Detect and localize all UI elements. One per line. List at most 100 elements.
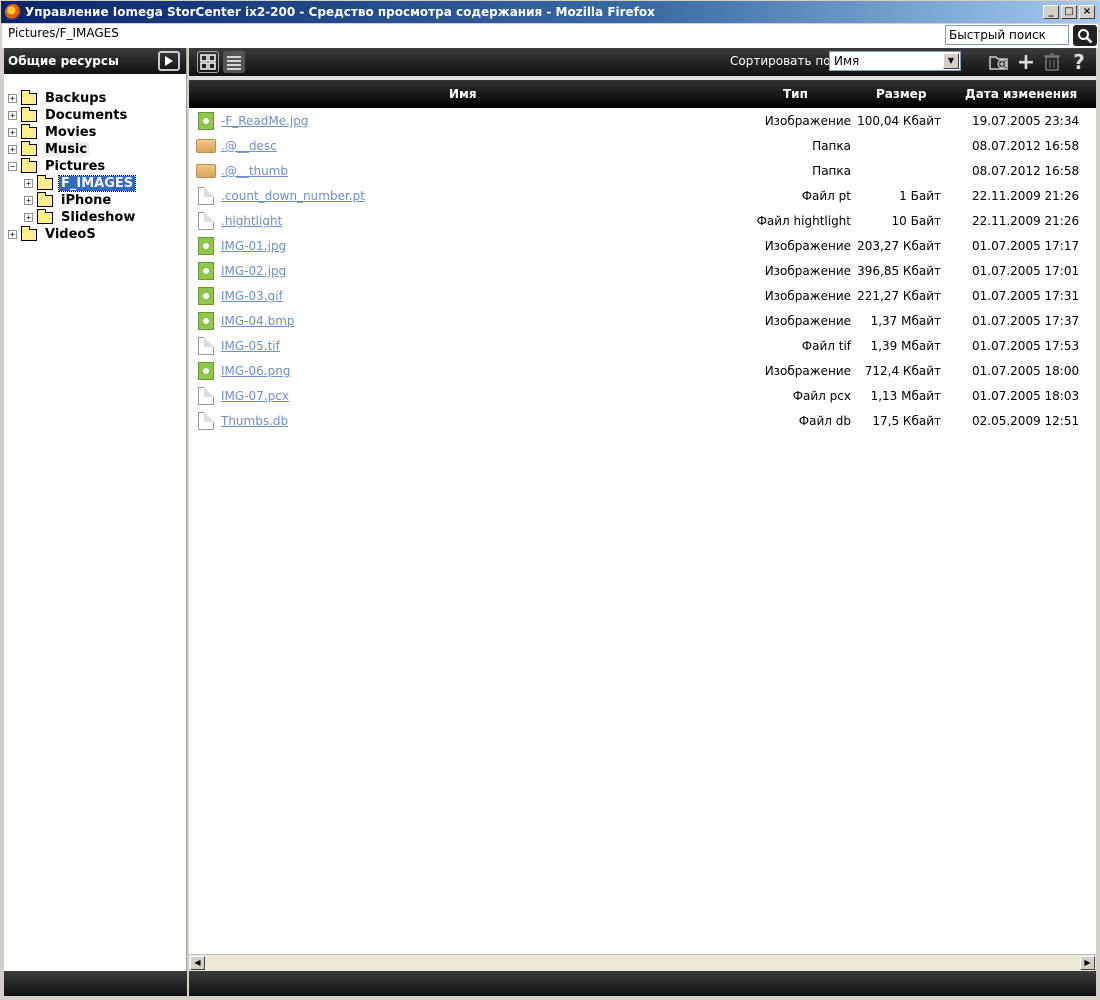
document-file-icon bbox=[198, 412, 214, 430]
file-type: Изображение bbox=[764, 239, 851, 253]
file-row[interactable]: IMG-06.png Изображение 712,4 Кбайт 01.07.20… bbox=[189, 358, 1096, 383]
file-row[interactable]: Thumbs.db Файл db 17,5 Кбайт 02.05.2009 12:… bbox=[189, 408, 1096, 433]
file-row[interactable]: .hightlight Файл hightlight 10 Байт 22.11.2… bbox=[189, 208, 1096, 233]
expand-icon[interactable]: + bbox=[24, 196, 33, 205]
expand-icon[interactable]: + bbox=[8, 94, 17, 103]
file-name-link[interactable]: .count_down_number.pt bbox=[221, 189, 365, 203]
file-name-link[interactable]: Thumbs.db bbox=[221, 414, 288, 428]
column-header-date[interactable]: Дата изменения bbox=[965, 87, 1077, 101]
file-row[interactable]: IMG-03.gif Изображение 221,27 Кбайт 01.07.2… bbox=[189, 283, 1096, 308]
file-row[interactable]: IMG-01.jpg Изображение 203,27 Кбайт 01.07.2… bbox=[189, 233, 1096, 258]
file-date: 01.07.2005 18:03 bbox=[972, 389, 1080, 403]
expand-icon[interactable]: + bbox=[24, 179, 33, 188]
file-type: Файл hightlight bbox=[756, 214, 851, 228]
add-button[interactable]: + bbox=[1015, 50, 1037, 75]
file-name-link[interactable]: .@__desc bbox=[221, 139, 277, 153]
tree-item-slideshow[interactable]: + Slideshow bbox=[4, 208, 186, 226]
tree-item-pictures[interactable]: − Pictures bbox=[4, 157, 186, 175]
tree-item-label[interactable]: Music bbox=[43, 142, 90, 157]
trash-icon bbox=[1044, 53, 1060, 71]
tree-item-label[interactable]: Backups bbox=[43, 91, 108, 106]
image-file-icon bbox=[198, 237, 214, 255]
tree-item-label[interactable]: Movies bbox=[43, 125, 98, 140]
maximize-button[interactable]: □ bbox=[1061, 5, 1077, 19]
tree-item-label[interactable]: VideoS bbox=[43, 227, 98, 242]
file-name-link[interactable]: IMG-02.jpg bbox=[221, 264, 286, 278]
expand-icon[interactable]: + bbox=[8, 111, 17, 120]
tree-item-backups[interactable]: + Backups bbox=[4, 89, 186, 107]
play-icon bbox=[165, 56, 173, 66]
file-type: Изображение bbox=[764, 314, 851, 328]
file-row[interactable]: IMG-05.tif Файл tif 1,39 Мбайт 01.07.2005 1… bbox=[189, 333, 1096, 358]
file-date: 02.05.2009 12:51 bbox=[972, 414, 1080, 428]
file-name-link[interactable]: IMG-01.jpg bbox=[221, 239, 286, 253]
search-button[interactable] bbox=[1073, 25, 1097, 46]
tree-item-videos[interactable]: + VideoS bbox=[4, 225, 186, 243]
delete-button[interactable] bbox=[1041, 51, 1063, 73]
file-row[interactable]: -F_ReadMe.jpg Изображение 100,04 Кбайт 19.0… bbox=[189, 108, 1096, 133]
shares-footer bbox=[4, 971, 187, 996]
scroll-left-arrow-icon[interactable]: ◀ bbox=[190, 956, 205, 970]
folder-icon bbox=[37, 208, 53, 224]
file-name-link[interactable]: IMG-04.bmp bbox=[221, 314, 295, 328]
tree-item-label[interactable]: Pictures bbox=[43, 159, 107, 174]
folder-icon bbox=[196, 139, 216, 153]
file-row[interactable]: .count_down_number.pt Файл pt 1 Байт 22.11.… bbox=[189, 183, 1096, 208]
collapse-panel-button[interactable] bbox=[158, 51, 180, 71]
expand-icon[interactable]: + bbox=[8, 128, 17, 137]
scroll-right-arrow-icon[interactable]: ▶ bbox=[1080, 956, 1095, 970]
tree-item-f-images[interactable]: + F_IMAGES bbox=[4, 174, 186, 192]
file-type: Файл tif bbox=[801, 339, 851, 353]
file-size: 203,27 Кбайт bbox=[857, 239, 941, 253]
column-header-size[interactable]: Размер bbox=[876, 87, 926, 101]
grid-view-button[interactable] bbox=[197, 51, 219, 73]
help-button[interactable]: ? bbox=[1068, 50, 1090, 74]
file-name-link[interactable]: IMG-07.pcx bbox=[221, 389, 289, 403]
shares-header-label: Общие ресурсы bbox=[8, 54, 119, 68]
file-type: Изображение bbox=[764, 264, 851, 278]
dropdown-arrow-icon[interactable]: ▼ bbox=[943, 53, 959, 69]
firefox-icon bbox=[5, 4, 21, 20]
expand-icon[interactable]: + bbox=[8, 145, 17, 154]
file-row[interactable]: IMG-07.pcx Файл pcx 1,13 Мбайт 01.07.2005 1… bbox=[189, 383, 1096, 408]
folder-icon bbox=[21, 225, 37, 241]
tree-item-iphone[interactable]: + iPhone bbox=[4, 191, 186, 209]
file-name-link[interactable]: -F_ReadMe.jpg bbox=[221, 114, 309, 128]
tree-item-music[interactable]: + Music bbox=[4, 140, 186, 158]
new-folder-button[interactable] bbox=[988, 51, 1010, 73]
sort-select[interactable]: Имя ▼ bbox=[829, 51, 961, 71]
file-name-link[interactable]: .@__thumb bbox=[221, 164, 288, 178]
file-row[interactable]: IMG-04.bmp Изображение 1,37 Мбайт 01.07.200… bbox=[189, 308, 1096, 333]
file-row[interactable]: .@__thumb Папка 08.07.2012 16:58 bbox=[189, 158, 1096, 183]
search-icon bbox=[1078, 28, 1093, 43]
file-type: Папка bbox=[812, 164, 851, 178]
expand-icon[interactable]: + bbox=[24, 213, 33, 222]
file-row[interactable]: .@__desc Папка 08.07.2012 16:58 bbox=[189, 133, 1096, 158]
image-file-icon bbox=[198, 362, 214, 380]
quick-search-input[interactable] bbox=[945, 25, 1069, 45]
sort-label: Сортировать по: bbox=[730, 54, 835, 68]
file-name-link[interactable]: IMG-05.tif bbox=[221, 339, 280, 353]
collapse-icon[interactable]: − bbox=[8, 162, 17, 171]
tree-item-label[interactable]: Documents bbox=[43, 108, 129, 123]
column-header-type[interactable]: Тип bbox=[783, 87, 808, 101]
image-file-icon bbox=[198, 262, 214, 280]
file-name-link[interactable]: IMG-03.gif bbox=[221, 289, 283, 303]
tree-item-label[interactable]: Slideshow bbox=[59, 210, 137, 225]
path-bar: Pictures/F_IMAGES bbox=[2, 24, 1098, 48]
minimize-button[interactable]: _ bbox=[1043, 5, 1059, 19]
tree-item-movies[interactable]: + Movies bbox=[4, 123, 186, 141]
file-name-link[interactable]: IMG-06.png bbox=[221, 364, 290, 378]
file-name-link[interactable]: .hightlight bbox=[221, 214, 282, 228]
file-date: 01.07.2005 17:53 bbox=[972, 339, 1080, 353]
new-folder-icon bbox=[989, 56, 1008, 70]
tree-item-label[interactable]: iPhone bbox=[59, 193, 113, 208]
expand-icon[interactable]: + bbox=[8, 230, 17, 239]
file-row[interactable]: IMG-02.jpg Изображение 396,85 Кбайт 01.07.2… bbox=[189, 258, 1096, 283]
horizontal-scrollbar[interactable]: ◀ ▶ bbox=[189, 954, 1096, 971]
column-header-name[interactable]: Имя bbox=[449, 87, 477, 101]
tree-item-label[interactable]: F_IMAGES bbox=[57, 175, 137, 192]
tree-item-documents[interactable]: + Documents bbox=[4, 106, 186, 124]
list-view-button[interactable] bbox=[223, 51, 245, 73]
close-button[interactable]: × bbox=[1079, 5, 1095, 19]
